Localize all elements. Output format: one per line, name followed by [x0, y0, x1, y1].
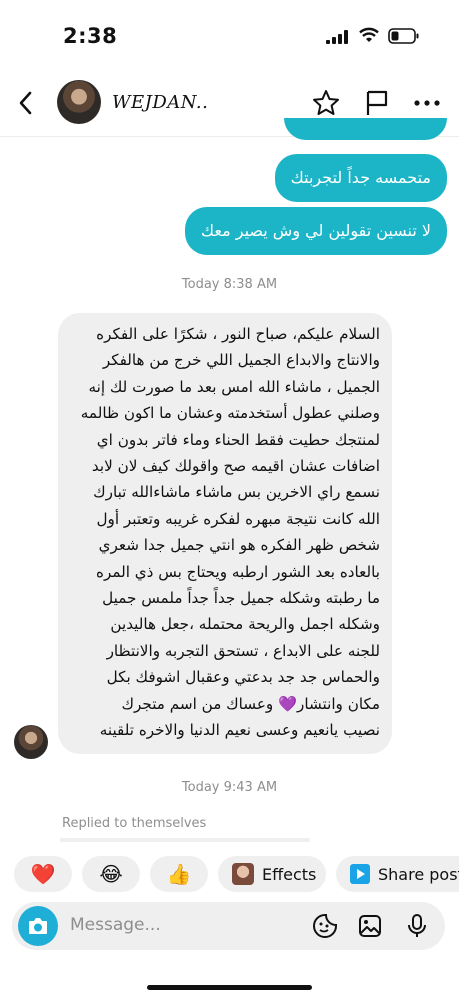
thumbs-up-reaction-button[interactable]: 👍	[150, 856, 208, 892]
microphone-icon[interactable]	[404, 913, 430, 939]
message-input[interactable]: Message...	[70, 915, 161, 935]
message-line: بالعاده بعد الشور ارطبه ويحتاج بس ذي الم…	[95, 562, 380, 581]
heart-icon: ❤️	[30, 862, 56, 886]
message-line: السلام عليكم، صباح النور ، شكرًا على الف…	[96, 325, 380, 343]
play-icon	[350, 864, 370, 884]
sender-avatar[interactable]	[14, 725, 48, 759]
effects-label: Effects	[262, 864, 317, 884]
sent-message[interactable]: متحمسه جداً لتجربتك	[274, 154, 447, 202]
home-indicator	[147, 985, 312, 990]
message-timestamp: Today 8:38 AM	[181, 277, 278, 292]
effects-thumbnail-icon	[232, 863, 254, 885]
laughing-face-icon: 😂	[99, 862, 123, 886]
message-line: الله كانت نتيجة مبهره لفكره غريبه وتعتبر…	[96, 509, 380, 528]
share-post-label: Share post	[378, 864, 459, 884]
replied-label: Replied to themselves	[62, 816, 207, 831]
message-line: للجنه على الابداع ، تستحق التجربه والانت…	[106, 641, 380, 660]
laugh-reaction-button[interactable]: 😂	[82, 856, 140, 892]
battery-icon	[388, 28, 419, 44]
heart-reaction-button[interactable]: ❤️	[14, 856, 72, 892]
thumbs-up-icon: 👍	[166, 862, 192, 886]
sent-message-partial	[284, 118, 447, 140]
contact-name[interactable]: WEJDAN..	[112, 92, 208, 113]
received-message[interactable]: السلام عليكم، صباح النور ، شكرًا على الف…	[58, 313, 392, 754]
message-line: نسمع راي الاخرين بس ماشاء ماشاءالله تبار…	[93, 483, 380, 502]
quick-reactions-bar: ❤️ 😂 👍 Effects Share post	[0, 856, 459, 894]
flag-icon[interactable]	[362, 88, 392, 118]
message-line: ما رطبته وشكله جميل جداً جداً ملمس جميل	[102, 589, 380, 608]
share-post-button[interactable]: Share post	[336, 856, 459, 892]
sent-message[interactable]: لا تنسين تقولين لي وش يصير معك	[184, 207, 447, 255]
sticker-icon[interactable]	[312, 913, 338, 939]
status-time: 2:38	[63, 24, 118, 48]
star-icon[interactable]	[311, 88, 341, 118]
contact-avatar[interactable]	[57, 80, 101, 124]
message-line: وشكله اجمل والريحة محتمله ،جعل هاليدين	[110, 615, 380, 634]
message-line: والحماس جد جد بدعتي وعقبال اشوفك بكل	[106, 668, 380, 687]
message-line: الجميل ، ماشاء الله امس بعد ما صورت لك إ…	[88, 377, 380, 396]
message-line: اضافات عشان اقيمه صح واقولك كيف لان لابد	[91, 457, 380, 476]
message-line: والانتاج والابداع الجميل اللي خرج من هال…	[102, 351, 380, 370]
back-arrow-icon[interactable]	[14, 88, 38, 118]
message-line: مكان وانتشار💜 وعساك من اسم متجرك	[121, 694, 380, 713]
camera-button[interactable]	[18, 906, 58, 946]
message-line: شخص ظهر الفكره هو انتي جميل جدا شعري	[98, 536, 380, 555]
wifi-icon	[359, 27, 379, 42]
reply-preview-bar[interactable]	[60, 838, 310, 842]
cellular-signal-icon	[326, 30, 348, 44]
message-line: لمنتجك حطيت فقط الحناء وماء فاتر بدون اي	[96, 430, 380, 449]
message-timestamp: Today 9:43 AM	[181, 780, 278, 795]
camera-icon	[29, 918, 47, 934]
gallery-icon[interactable]	[357, 913, 383, 939]
effects-button[interactable]: Effects	[218, 856, 326, 892]
status-bar: 2:38	[0, 0, 459, 70]
message-line: نصيب يانعيم وعسى نعيم الدنيا والاخره تلق…	[99, 721, 380, 740]
message-composer: Message...	[12, 902, 445, 950]
more-options-icon[interactable]	[412, 88, 442, 118]
message-line: وصلني عطول أستخدمته وعشان ما اكون ظالمه	[80, 404, 380, 423]
